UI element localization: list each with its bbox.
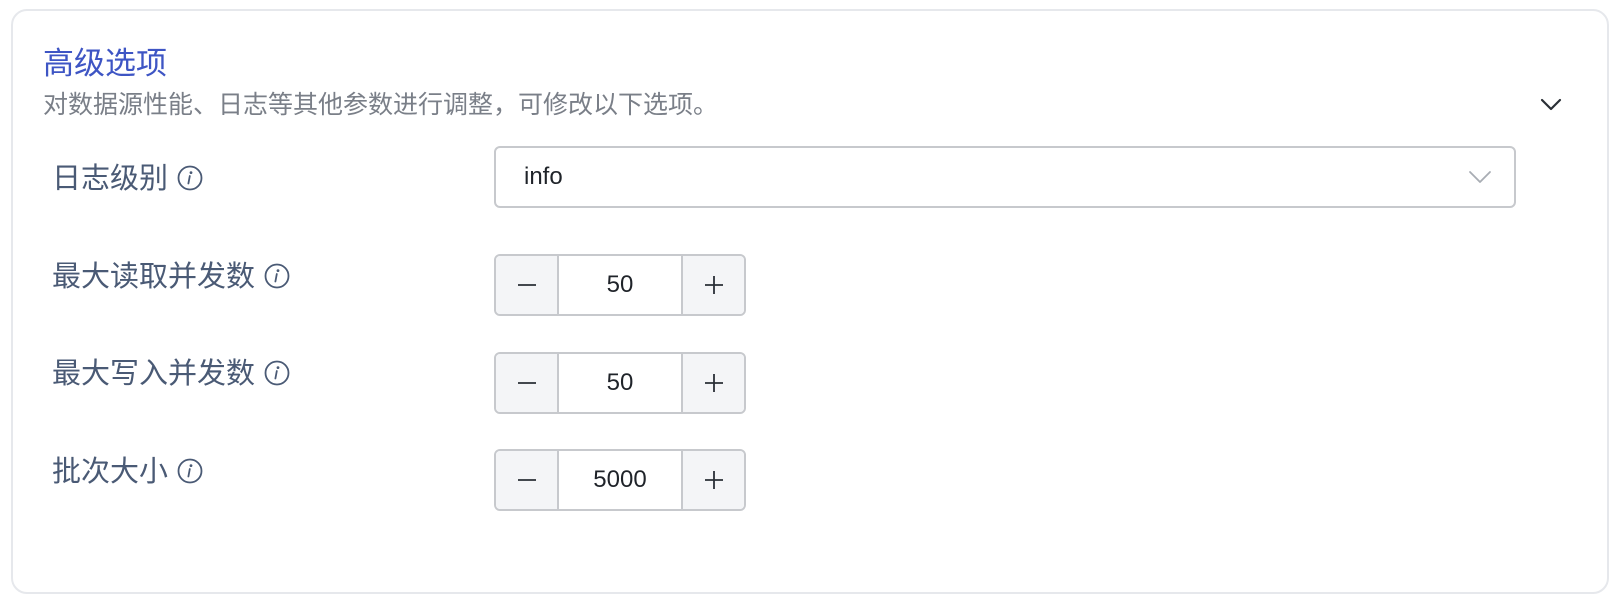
max-write-concurrency-stepper: 50 — [494, 352, 746, 414]
minus-icon — [517, 382, 536, 384]
section-description: 对数据源性能、日志等其他参数进行调整，可修改以下选项。 — [43, 90, 719, 119]
field-max-read-concurrency: 最大读取并发数 — [52, 256, 291, 296]
minus-icon — [517, 284, 536, 286]
info-icon[interactable] — [263, 359, 291, 387]
log-level-label: 日志级别 — [52, 161, 169, 195]
info-icon[interactable] — [263, 262, 291, 290]
info-icon[interactable] — [176, 164, 204, 192]
decrement-button[interactable] — [496, 451, 559, 509]
batch-size-label: 批次大小 — [52, 454, 169, 488]
batch-size-input[interactable]: 5000 — [559, 451, 681, 509]
chevron-down-icon — [1540, 98, 1562, 111]
max-write-concurrency-input[interactable]: 50 — [559, 354, 681, 412]
info-icon[interactable] — [176, 457, 204, 485]
increment-button[interactable] — [681, 451, 744, 509]
section-title: 高级选项 — [43, 46, 167, 82]
decrement-button[interactable] — [496, 256, 559, 314]
field-max-write-concurrency: 最大写入并发数 — [52, 353, 291, 393]
minus-icon — [517, 479, 536, 481]
decrement-button[interactable] — [496, 354, 559, 412]
plus-icon — [704, 276, 723, 294]
collapse-button[interactable] — [1533, 87, 1569, 123]
batch-size-stepper: 5000 — [494, 449, 746, 511]
increment-button[interactable] — [681, 354, 744, 412]
plus-icon — [704, 374, 723, 392]
field-batch-size: 批次大小 — [52, 451, 204, 491]
max-read-concurrency-stepper: 50 — [494, 254, 746, 316]
max-write-concurrency-label: 最大写入并发数 — [52, 356, 256, 390]
increment-button[interactable] — [681, 256, 744, 314]
plus-icon — [704, 471, 723, 489]
max-read-concurrency-input[interactable]: 50 — [559, 256, 681, 314]
advanced-options-panel: 高级选项 对数据源性能、日志等其他参数进行调整，可修改以下选项。 — [11, 9, 1609, 594]
field-log-level: 日志级别 — [52, 158, 204, 198]
log-level-value: info — [524, 163, 563, 190]
max-read-concurrency-label: 最大读取并发数 — [52, 259, 256, 293]
chevron-down-icon — [1469, 171, 1491, 183]
log-level-select[interactable]: info — [494, 146, 1516, 208]
